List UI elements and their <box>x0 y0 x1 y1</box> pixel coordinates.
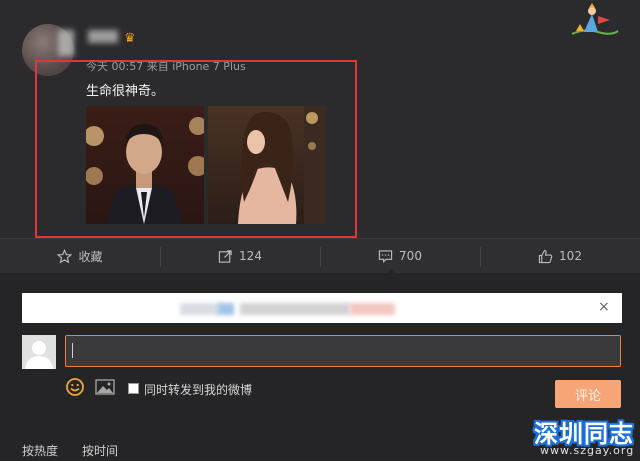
username-blurred[interactable] <box>88 30 118 43</box>
decoration-icon <box>571 3 619 35</box>
action-bar: 收藏 124 700 102 <box>0 238 640 274</box>
share-arrow-icon <box>218 249 232 263</box>
repost-button[interactable]: 124 <box>160 239 320 273</box>
repost-count: 124 <box>239 249 262 263</box>
favorite-button[interactable]: 收藏 <box>0 239 160 273</box>
banner-blur <box>240 303 350 315</box>
comment-count: 700 <box>399 249 422 263</box>
image-icon[interactable] <box>95 379 115 395</box>
star-icon <box>57 248 73 263</box>
banner-blur <box>218 303 234 315</box>
banner-blur <box>350 303 395 315</box>
thumbs-up-icon <box>538 249 553 263</box>
banner-close-icon[interactable]: × <box>598 299 610 315</box>
avatar-blur <box>58 30 74 56</box>
sort-by-time[interactable]: 按时间 <box>82 442 118 459</box>
comment-input[interactable] <box>65 335 621 367</box>
emoji-icon[interactable] <box>66 378 84 396</box>
submit-comment-button[interactable]: 评论 <box>555 380 621 408</box>
vip-crown-icon: ♛ <box>124 31 136 46</box>
like-count: 102 <box>559 249 582 263</box>
text-cursor <box>72 343 73 358</box>
comment-icon <box>378 249 393 263</box>
like-button[interactable]: 102 <box>480 239 640 273</box>
favorite-label: 收藏 <box>78 249 103 264</box>
banner-blur <box>180 303 220 315</box>
highlight-box <box>35 60 357 238</box>
default-avatar-icon <box>22 335 56 369</box>
sort-by-hot[interactable]: 按热度 <box>22 442 58 459</box>
watermark-url: www.szgay.org <box>540 444 635 457</box>
sync-repost-label: 同时转发到我的微博 <box>144 383 253 397</box>
comment-button[interactable]: 700 <box>320 239 480 273</box>
sync-repost-checkbox[interactable] <box>128 383 139 394</box>
commenter-avatar <box>22 335 56 369</box>
comment-caret <box>384 269 398 276</box>
